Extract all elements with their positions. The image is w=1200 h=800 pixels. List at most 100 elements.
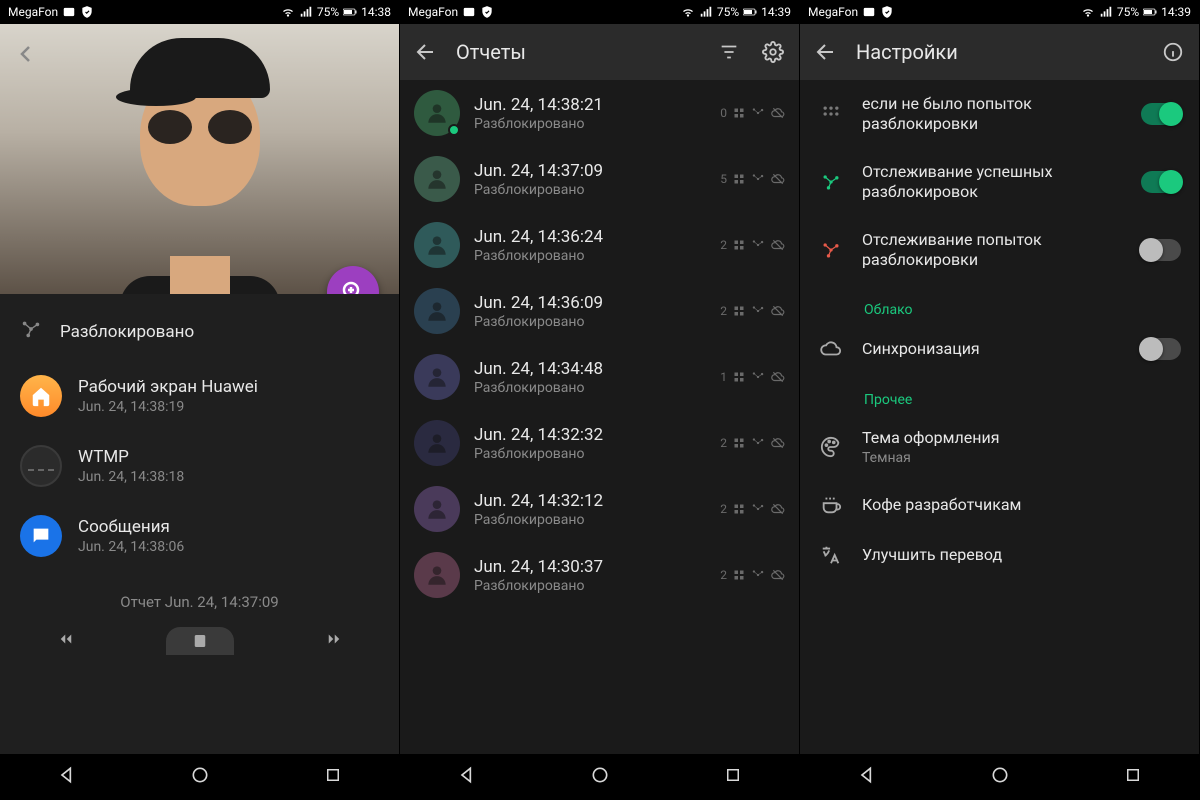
info-button[interactable] — [1159, 38, 1187, 66]
app-row[interactable]: СообщенияJun. 24, 14:38:06 — [0, 501, 399, 571]
avatar — [414, 354, 460, 400]
setting-track-attempts[interactable]: Отслеживание попыток разблокировки — [800, 216, 1199, 284]
back-button[interactable] — [412, 38, 440, 66]
screen-reports: MegaFon 75% 14:39 Отчеты Jun. 24, 14:38:… — [400, 0, 800, 800]
nav-home-icon[interactable] — [190, 765, 210, 789]
apps-count-icon — [733, 239, 745, 251]
apps-count-icon — [733, 371, 745, 383]
tracking-red-icon — [818, 240, 844, 260]
report-row[interactable]: Jun. 24, 14:34:48Разблокировано1 — [400, 344, 799, 410]
apps-count-icon — [733, 437, 745, 449]
seek-next-icon[interactable] — [323, 630, 345, 652]
nav-recent-icon[interactable] — [324, 766, 342, 788]
image-icon — [862, 5, 876, 19]
avatar — [414, 486, 460, 532]
nav-recent-icon[interactable] — [724, 766, 742, 788]
report-status: Разблокировано — [474, 512, 603, 528]
setting-sync[interactable]: Синхронизация — [800, 324, 1199, 374]
report-count: 2 — [720, 304, 727, 318]
apps-count-icon — [733, 503, 745, 515]
shield-check-icon — [880, 5, 894, 19]
battery-pct: 75% — [317, 5, 339, 19]
report-row[interactable]: Jun. 24, 14:36:09Разблокировано2 — [400, 278, 799, 344]
app-row[interactable]: WTMPJun. 24, 14:38:18 — [0, 431, 399, 501]
app-icon — [20, 375, 62, 417]
apps-count-icon — [733, 305, 745, 317]
toggle[interactable] — [1141, 338, 1181, 360]
setting-label: Тема оформления — [862, 428, 1181, 448]
tracking-small-icon — [751, 568, 765, 582]
setting-no-attempts[interactable]: если не было попыток разблокировки — [800, 80, 1199, 148]
pager-row — [0, 621, 399, 655]
back-button[interactable] — [812, 38, 840, 66]
setting-theme[interactable]: Тема оформления Темная — [800, 414, 1199, 480]
cloud-off-icon — [771, 568, 785, 582]
setting-track-success[interactable]: Отслеживание успешных разблокировок — [800, 148, 1199, 216]
image-icon — [62, 5, 76, 19]
setting-sub: Темная — [862, 450, 1181, 466]
report-row[interactable]: Jun. 24, 14:32:12Разблокировано2 — [400, 476, 799, 542]
setting-translate[interactable]: Улучшить перевод — [800, 530, 1199, 580]
unlock-status-label: Разблокировано — [60, 322, 194, 342]
report-time: Jun. 24, 14:37:09 — [474, 161, 603, 181]
shield-check-icon — [80, 5, 94, 19]
report-time: Jun. 24, 14:38:21 — [474, 95, 603, 115]
setting-label: если не было попыток разблокировки — [862, 94, 1123, 134]
report-row[interactable]: Jun. 24, 14:32:32Разблокировано2 — [400, 410, 799, 476]
avatar — [414, 90, 460, 136]
battery-icon — [743, 5, 757, 19]
nav-bar — [400, 754, 799, 800]
report-count: 2 — [720, 568, 727, 582]
setting-label: Отслеживание попыток разблокировки — [862, 230, 1123, 270]
report-row[interactable]: Jun. 24, 14:30:37Разблокировано2 — [400, 542, 799, 608]
report-time: Jun. 24, 14:34:48 — [474, 359, 603, 379]
tracking-small-icon — [751, 502, 765, 516]
report-count: 2 — [720, 436, 727, 450]
pager-handle[interactable] — [166, 627, 234, 655]
toggle[interactable] — [1141, 103, 1181, 125]
report-meta: 5 — [720, 172, 785, 186]
tracking-small-icon — [751, 238, 765, 252]
seek-prev-icon[interactable] — [55, 630, 77, 652]
app-icon — [20, 445, 62, 487]
signal-icon — [699, 5, 713, 19]
nav-home-icon[interactable] — [990, 765, 1010, 789]
back-button[interactable] — [12, 40, 40, 68]
nav-bar — [800, 754, 1199, 800]
app-timestamp: Jun. 24, 14:38:19 — [78, 399, 258, 415]
report-time: Jun. 24, 14:30:37 — [474, 557, 603, 577]
cloud-off-icon — [771, 502, 785, 516]
report-row[interactable]: Jun. 24, 14:36:24Разблокировано2 — [400, 212, 799, 278]
avatar — [414, 420, 460, 466]
app-row[interactable]: Рабочий экран HuaweiJun. 24, 14:38:19 — [0, 361, 399, 431]
cloud-off-icon — [771, 106, 785, 120]
app-name: Сообщения — [78, 517, 184, 537]
captured-photo[interactable] — [0, 24, 399, 294]
app-bar: Настройки — [800, 24, 1199, 80]
battery-pct: 75% — [717, 5, 739, 19]
nav-home-icon[interactable] — [590, 765, 610, 789]
shield-check-icon — [480, 5, 494, 19]
toggle[interactable] — [1141, 239, 1181, 261]
settings-button[interactable] — [759, 38, 787, 66]
report-status: Разблокировано — [474, 116, 603, 132]
nav-back-icon[interactable] — [857, 765, 877, 789]
filter-button[interactable] — [715, 38, 743, 66]
cloud-off-icon — [771, 436, 785, 450]
image-icon — [462, 5, 476, 19]
carrier-label: MegaFon — [8, 5, 58, 19]
zoom-fab[interactable] — [327, 266, 379, 294]
palette-icon — [818, 436, 844, 458]
carrier-label: MegaFon — [408, 5, 458, 19]
clock: 14:39 — [1161, 5, 1191, 19]
setting-coffee[interactable]: Кофе разработчикам — [800, 480, 1199, 530]
nav-recent-icon[interactable] — [1124, 766, 1142, 788]
setting-label: Кофе разработчикам — [862, 495, 1181, 515]
report-row[interactable]: Jun. 24, 14:37:09Разблокировано5 — [400, 146, 799, 212]
nav-back-icon[interactable] — [57, 765, 77, 789]
toggle[interactable] — [1141, 171, 1181, 193]
cloud-off-icon — [771, 172, 785, 186]
nav-back-icon[interactable] — [457, 765, 477, 789]
report-row[interactable]: Jun. 24, 14:38:21Разблокировано0 — [400, 80, 799, 146]
wifi-icon — [681, 5, 695, 19]
